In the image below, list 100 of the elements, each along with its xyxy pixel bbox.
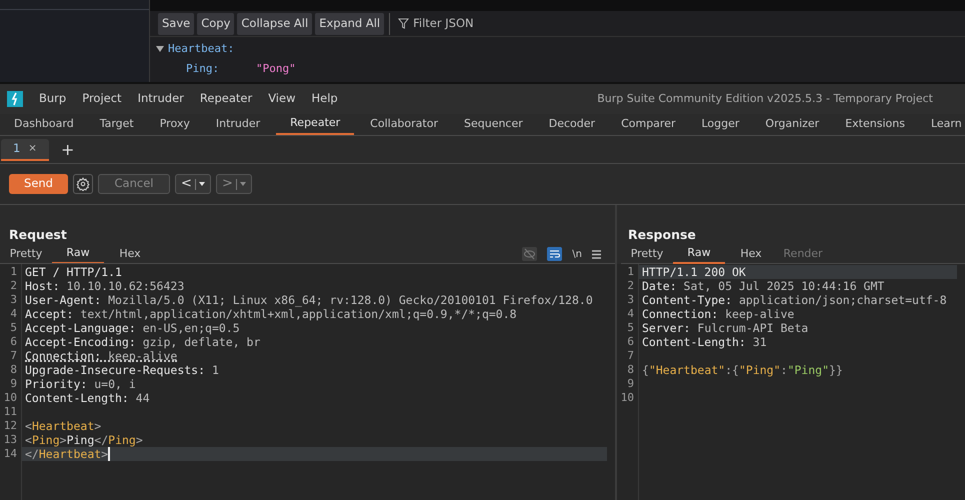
code-text: u=0, i — [93, 377, 136, 390]
code-text: > — [136, 433, 143, 446]
code-text: </ — [94, 433, 108, 446]
code-editor[interactable] — [617, 264, 965, 500]
tool-tab[interactable]: Proxy — [150, 113, 200, 135]
code-text: > — [94, 419, 102, 432]
panel-title: Response — [628, 226, 697, 244]
tab-label: 1 — [13, 140, 20, 157]
view-tab[interactable]: Hex — [725, 244, 777, 264]
code-text: "Ping" — [787, 363, 829, 376]
caret-icon[interactable] — [156, 46, 164, 52]
tool-tab[interactable]: Collaborator — [360, 113, 448, 135]
menu-item[interactable]: Help — [311, 90, 338, 108]
code-text: Ping — [108, 433, 136, 446]
line-number: 8 — [9, 363, 18, 377]
code-text: application/json;charset=utf-8 — [738, 293, 947, 306]
line-number: 10 — [620, 391, 635, 405]
line-number: 4 — [9, 307, 18, 321]
window-title: Burp Suite Community Edition v2025.5.3 - Temporary Project — [597, 90, 933, 107]
view-tab[interactable]: Pretty — [0, 244, 52, 264]
code-text: Accept-Language: — [25, 321, 136, 334]
menu-item[interactable]: Burp — [39, 90, 66, 108]
code-text: Content-Length: — [642, 335, 746, 348]
line-number: 2 — [626, 279, 635, 293]
history-button[interactable]: < — [175, 174, 211, 194]
code-text: keep-alive — [107, 349, 178, 360]
code-text: Date: — [642, 279, 677, 292]
code-text: GET / HTTP/1.1 — [25, 265, 122, 278]
code-text: 1 — [210, 363, 219, 376]
request-tab[interactable]: 1 × — [1, 138, 49, 160]
tool-tab[interactable]: Dashboard — [4, 113, 84, 135]
json-key: Ping: — [186, 60, 256, 78]
menu-item[interactable]: Repeater — [200, 90, 252, 108]
line-number: 3 — [9, 293, 18, 307]
code-text: HTTP/1.1 200 OK — [642, 265, 746, 278]
tool-tab[interactable]: Sequencer — [454, 113, 533, 135]
code-text: 10.10.10.62:56423 — [66, 279, 184, 292]
code-text: 31 — [752, 335, 767, 348]
menu-item[interactable]: Intruder — [138, 90, 184, 108]
tool-tab[interactable]: Decoder — [538, 113, 606, 135]
line-number: 6 — [626, 335, 635, 349]
menu-item[interactable]: Project — [82, 90, 122, 108]
line-number: 4 — [626, 307, 635, 321]
tool-tab[interactable]: Repeater — [276, 113, 354, 135]
close-icon[interactable]: × — [28, 141, 37, 156]
toolbar-button[interactable]: Save — [158, 12, 194, 34]
caret-icon — [240, 182, 246, 186]
code-text: > — [101, 447, 108, 460]
tool-tab[interactable]: Target — [90, 113, 144, 135]
app-logo-icon — [7, 91, 23, 107]
menu-icon[interactable] — [592, 250, 601, 258]
newline-toggle[interactable]: \n — [572, 246, 582, 262]
view-tab[interactable]: Pretty — [621, 244, 673, 264]
code-text: keep-alive — [724, 307, 794, 320]
code-text: Accept: — [25, 307, 74, 320]
menu-item[interactable]: View — [268, 90, 296, 108]
code-text: Content-Type: — [642, 293, 732, 306]
caret-icon — [198, 182, 205, 186]
code-text: </ — [25, 447, 39, 460]
line-number: 1 — [9, 265, 18, 279]
code-text: text/html,application/xhtml+xml,application/xml;q=0.9,*/*;q=0.8 — [79, 307, 517, 320]
wrap-icon[interactable] — [547, 247, 562, 261]
code-text: Sat, 05 Jul 2025 10:44:16 GMT — [682, 279, 884, 292]
line-number: 7 — [626, 349, 635, 363]
tool-tab[interactable]: Intruder — [206, 113, 270, 135]
line-number: 13 — [2, 433, 18, 447]
view-tab[interactable]: Hex — [104, 244, 156, 264]
line-number: 2 — [9, 279, 18, 293]
filter-field[interactable]: Filter JSON — [413, 14, 614, 32]
line-number: 14 — [2, 447, 18, 461]
code-editor[interactable] — [0, 264, 615, 500]
code-text: Ping — [32, 433, 60, 446]
line-number: 10 — [2, 391, 18, 405]
code-text: < — [25, 433, 32, 446]
settings-icon — [76, 177, 90, 191]
toolbar-button[interactable]: Collapse All — [237, 12, 312, 34]
settings-button[interactable] — [73, 174, 93, 194]
tool-tab[interactable]: Logger — [691, 113, 750, 135]
line-number: 1 — [626, 265, 635, 279]
toolbar-button[interactable]: Copy — [197, 12, 234, 34]
code-text: 44 — [134, 391, 150, 404]
tool-tab[interactable]: Extensions — [835, 113, 915, 135]
code-text: Upgrade-Insecure-Requests: — [25, 363, 206, 376]
eye-off-icon[interactable] — [522, 247, 538, 261]
text-cursor — [108, 447, 110, 461]
code-text: "Heartbeat" — [648, 363, 726, 376]
line-number: 5 — [626, 321, 635, 335]
json-value: "Pong" — [256, 60, 296, 77]
line-number: 6 — [9, 335, 18, 349]
line-number: 3 — [626, 293, 635, 307]
tool-tab[interactable]: Organizer — [755, 113, 830, 135]
code-text: Heartbeat — [38, 447, 102, 460]
add-tab-button[interactable]: + — [61, 142, 74, 158]
panel-title: Request — [9, 226, 68, 244]
line-number: 12 — [2, 419, 18, 433]
tool-tab[interactable]: Comparer — [611, 113, 686, 135]
toolbar-button[interactable]: Expand All — [315, 12, 384, 34]
tool-tab[interactable]: Learn — [920, 113, 965, 135]
code-text: Accept-Encoding: — [25, 335, 136, 348]
code-text: "Ping" — [738, 363, 781, 376]
